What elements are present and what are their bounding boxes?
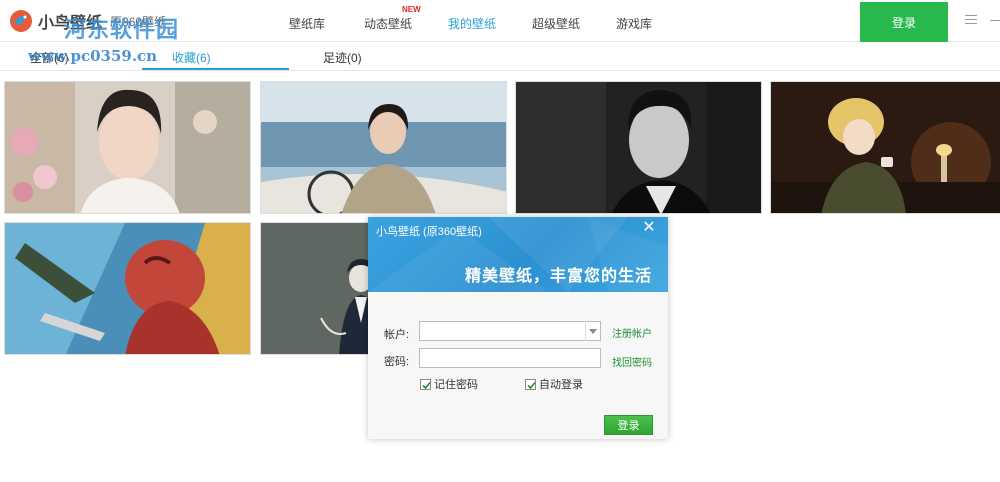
watermark-url: www.pc0359.cn [28,47,158,65]
recover-password-link[interactable]: 找回密码 [612,354,652,369]
dialog-slogan: 精美壁纸，丰富您的生活 [465,268,653,285]
dialog-header: 小鸟壁纸 (原360壁纸) ✕ 精美壁纸，丰富您的生活 [368,217,668,292]
wallpaper-thumbnail[interactable] [260,81,507,214]
login-button[interactable]: 登录 [860,2,948,42]
active-tab-indicator [142,68,289,70]
account-label: 帐户: [384,329,410,341]
account-input[interactable] [419,321,601,341]
wallpaper-thumbnail[interactable] [4,81,251,214]
checkbox-icon[interactable] [420,378,431,390]
dialog-title: 小鸟壁纸 (原360壁纸) [376,226,482,238]
password-input[interactable] [419,348,601,368]
tab-favorites[interactable]: 收藏(6) [172,49,211,66]
wallpaper-thumbnail[interactable] [770,81,1000,214]
nav-item-live-wallpaper[interactable]: 动态壁纸 [364,15,412,32]
chevron-down-icon[interactable] [585,321,600,341]
remember-password-label: 记住密码 [434,379,478,391]
bird-logo-icon [8,8,34,34]
minimize-icon[interactable] [990,20,1000,21]
new-badge: NEW [402,5,421,14]
password-label: 密码: [384,356,410,368]
watermark-text: 河东软件园 [64,18,180,43]
nav-item-game-library[interactable]: 游戏库 [616,15,652,32]
remember-password-checkbox[interactable]: 记住密码 [420,376,478,392]
dialog-login-button[interactable]: 登录 [604,415,653,435]
nav-item-my-wallpaper[interactable]: 我的壁纸 [448,15,496,32]
tab-history[interactable]: 足迹(0) [323,49,362,66]
register-link[interactable]: 注册帐户 [612,325,652,340]
close-icon[interactable]: ✕ [640,219,658,237]
login-dialog: 小鸟壁纸 (原360壁纸) ✕ 精美壁纸，丰富您的生活 帐户: 注册帐户 密码:… [368,217,668,439]
nav-item-super-wallpaper[interactable]: 超级壁纸 [532,15,580,32]
wallpaper-thumbnail[interactable] [4,222,251,355]
auto-login-checkbox[interactable]: 自动登录 [525,376,583,392]
auto-login-label: 自动登录 [539,379,583,391]
top-bar: 小鸟壁纸 原360壁纸 河东软件园 壁纸库 动态壁纸 NEW 我的壁纸 超级壁纸… [0,0,1000,43]
nav-item-wallpaper-library[interactable]: 壁纸库 [289,15,325,32]
checkbox-icon[interactable] [525,378,536,390]
menu-icon[interactable] [965,15,977,25]
wallpaper-thumbnail[interactable] [515,81,762,214]
